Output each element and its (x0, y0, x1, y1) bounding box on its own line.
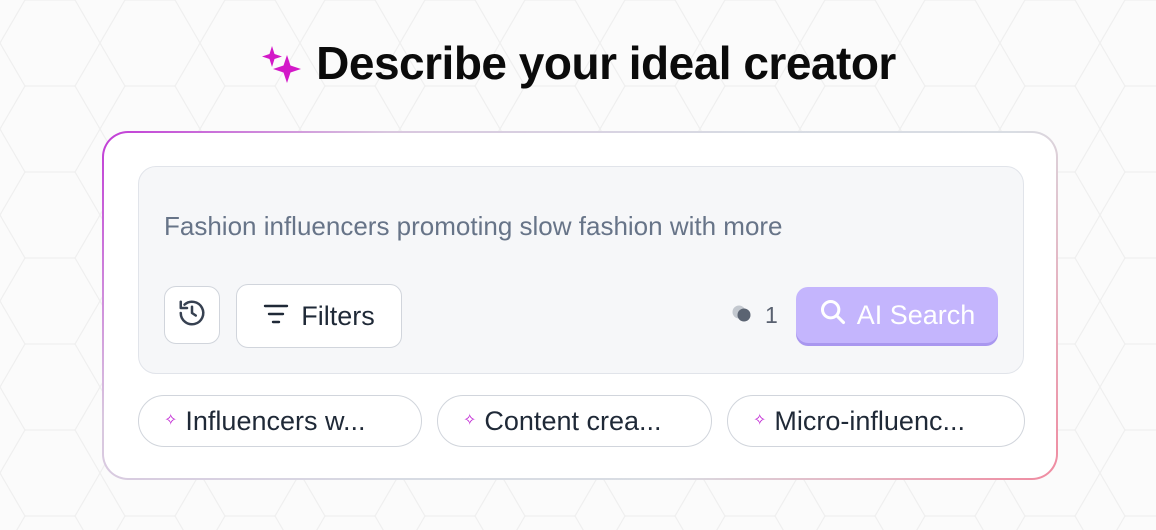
suggestion-chip[interactable]: ✧ Content crea... (437, 395, 712, 447)
coins-icon (731, 302, 753, 329)
sparkle-icon: ✧ (164, 412, 178, 429)
credits-indicator: 1 (731, 302, 778, 329)
search-card: Fashion influencers promoting slow fashi… (102, 131, 1058, 480)
suggestion-label: Content crea... (484, 405, 662, 436)
history-icon (177, 298, 207, 333)
ai-search-button[interactable]: AI Search (796, 287, 998, 343)
suggestion-label: Influencers w... (185, 405, 366, 436)
sparkles-icon (260, 42, 302, 84)
suggestion-chip[interactable]: ✧ Influencers w... (138, 395, 422, 447)
search-icon (819, 298, 847, 333)
sparkle-icon: ✧ (753, 412, 767, 429)
search-query-text[interactable]: Fashion influencers promoting slow fashi… (164, 211, 783, 242)
history-button[interactable] (164, 286, 220, 344)
filters-label: Filters (301, 300, 375, 331)
page-heading: Describe your ideal creator (0, 36, 1156, 90)
page-title: Describe your ideal creator (316, 37, 896, 89)
filter-lines-icon (263, 301, 289, 332)
filters-button[interactable]: Filters (236, 284, 402, 348)
suggestion-label: Micro-influenc... (774, 405, 965, 436)
suggestion-chip[interactable]: ✧ Micro-influenc... (727, 395, 1025, 447)
credits-count: 1 (765, 302, 778, 328)
search-input[interactable]: Fashion influencers promoting slow fashi… (138, 166, 1024, 374)
sparkle-icon: ✧ (463, 412, 477, 429)
ai-search-label: AI Search (856, 299, 976, 330)
page: Describe your ideal creator Fashion infl… (0, 0, 1156, 530)
